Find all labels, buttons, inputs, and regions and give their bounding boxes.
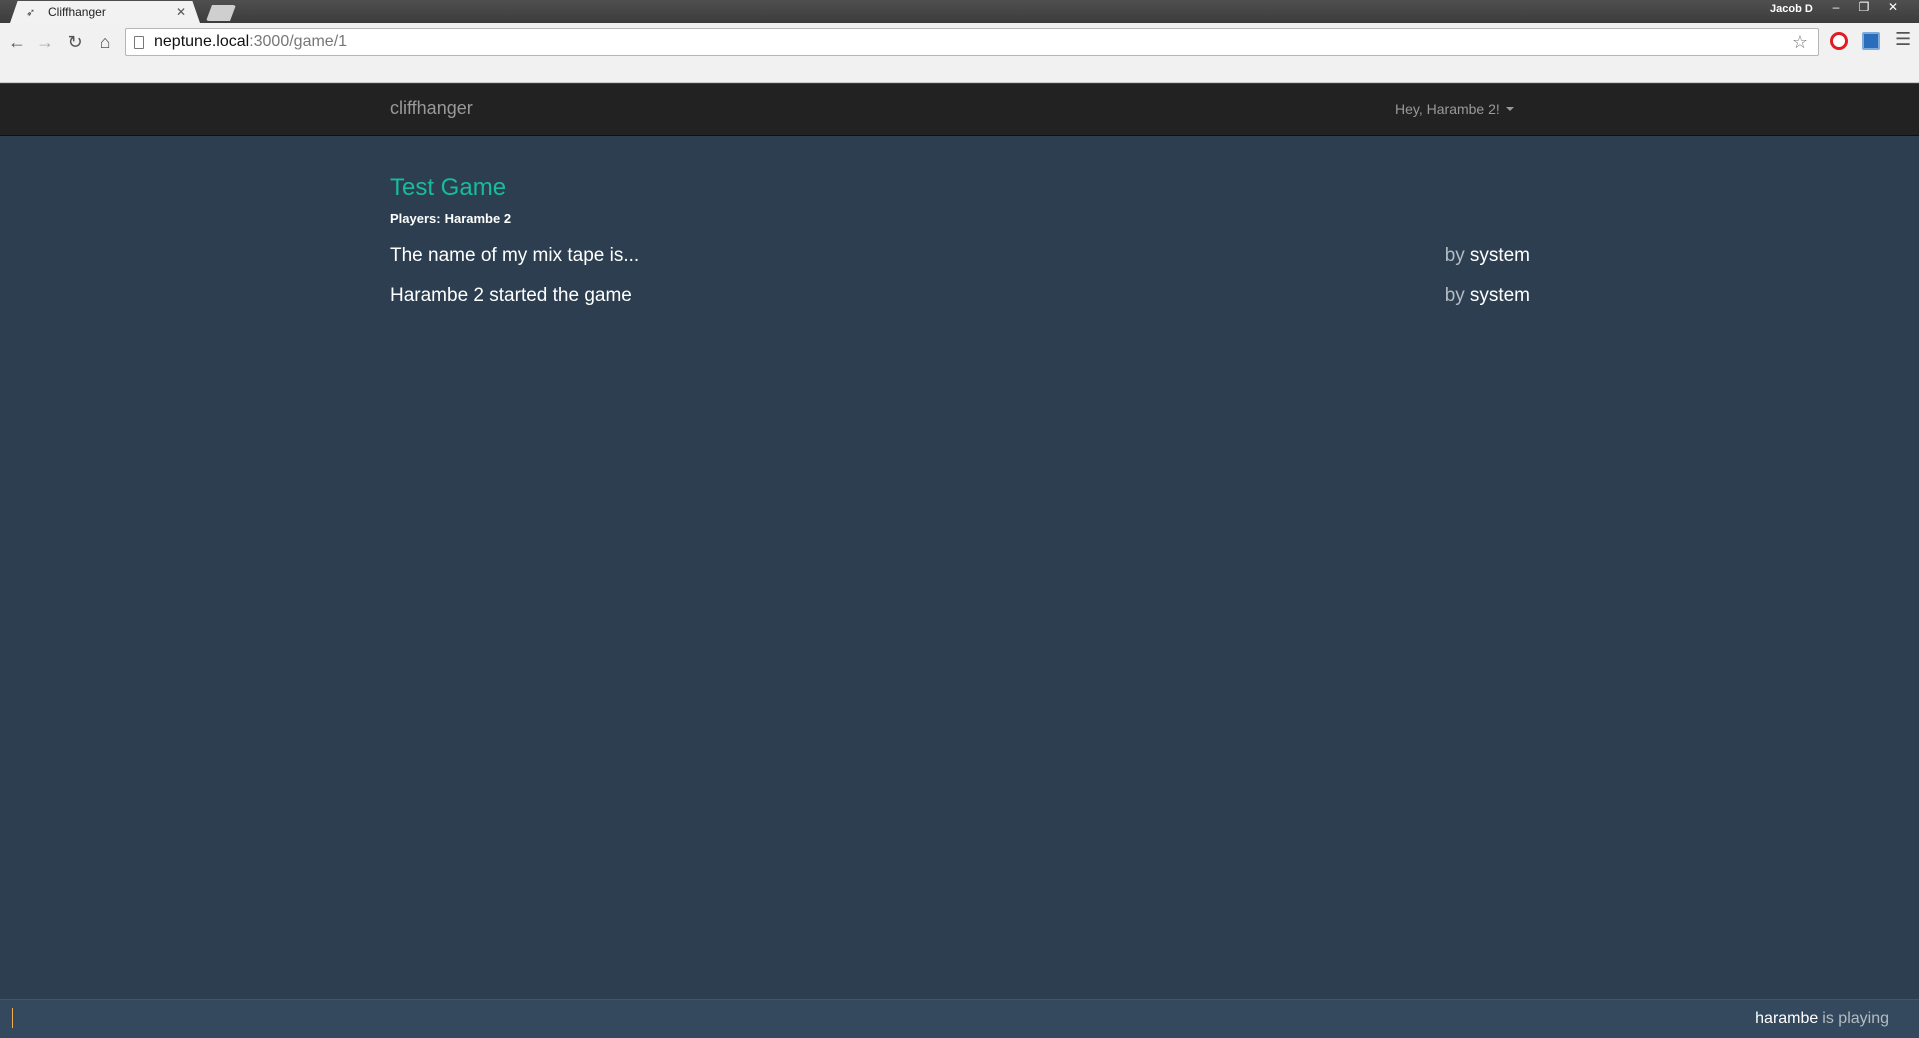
message-text: Harambe 2 started the game [390,285,632,306]
back-icon[interactable]: ← [4,29,30,55]
message-author: system [1469,285,1530,306]
by-label: by [1444,285,1465,306]
browser-profile-name[interactable]: Jacob D [1760,1,1823,17]
message-author: system [1469,245,1530,266]
players-line: Players: Harambe 2 [390,211,1530,226]
tab-title: Cliffhanger [48,5,106,19]
by-label: by [1444,245,1465,266]
playing-status-text: is playing [1822,1010,1889,1027]
new-tab-button[interactable] [206,5,236,21]
bookmark-star-icon[interactable]: ☆ [1792,32,1808,53]
message-row: Harambe 2 started the game by system [390,276,1530,316]
browser-toolbar: ← → ↻ ⌂ neptune.local :3000/game/1 ☆ ☰ A… [0,23,1919,99]
game-content: Test Game Players: Harambe 2 The name of … [390,160,1530,316]
address-bar[interactable]: neptune.local :3000/game/1 ☆ [125,28,1819,56]
caret-down-icon [1505,107,1514,111]
user-dropdown[interactable]: Hey, Harambe 2! [1395,101,1514,117]
message-attribution: by system [1445,276,1530,316]
browser-tab-active[interactable]: ➶ Cliffhanger ✕ [10,1,200,23]
restore-icon[interactable]: ❐ [1851,0,1877,16]
playing-status: harambe is playing [1755,1010,1889,1028]
forward-icon[interactable]: → [32,29,58,55]
blue-extension-icon[interactable] [1862,32,1880,50]
app-brand[interactable]: cliffhanger [390,98,473,119]
tab-close-icon[interactable]: ✕ [176,5,186,19]
app-navbar: cliffhanger Hey, Harambe 2! [0,84,1919,136]
opera-extension-icon[interactable] [1830,32,1848,50]
message-row: The name of my mix tape is... by system [390,236,1530,276]
browser-titlebar: ➶ Cliffhanger ✕ Jacob D – ❐ ✕ [0,0,1919,23]
game-title: Test Game [390,174,507,201]
game-input-bar[interactable]: harambe is playing [0,999,1919,1038]
message-attribution: by system [1445,236,1530,276]
page-info-icon[interactable] [134,35,144,49]
url-path: :3000/game/1 [249,33,348,50]
players-list: Harambe 2 [444,211,512,226]
players-label: Players: [390,211,441,226]
rocket-favicon-icon: ➶ [26,6,36,19]
home-icon[interactable]: ⌂ [92,29,118,55]
message-list: The name of my mix tape is... by system H… [390,236,1530,316]
playing-user: harambe [1755,1010,1819,1027]
text-cursor [12,1008,13,1028]
browser-menu-icon[interactable]: ☰ [1895,29,1911,50]
message-text: The name of my mix tape is... [390,245,640,266]
window-close-icon[interactable]: ✕ [1880,0,1906,16]
url-host: neptune.local [154,33,250,50]
user-greeting: Hey, Harambe 2! [1395,101,1500,117]
reload-icon[interactable]: ↻ [62,29,88,55]
minimize-icon[interactable]: – [1823,0,1849,16]
